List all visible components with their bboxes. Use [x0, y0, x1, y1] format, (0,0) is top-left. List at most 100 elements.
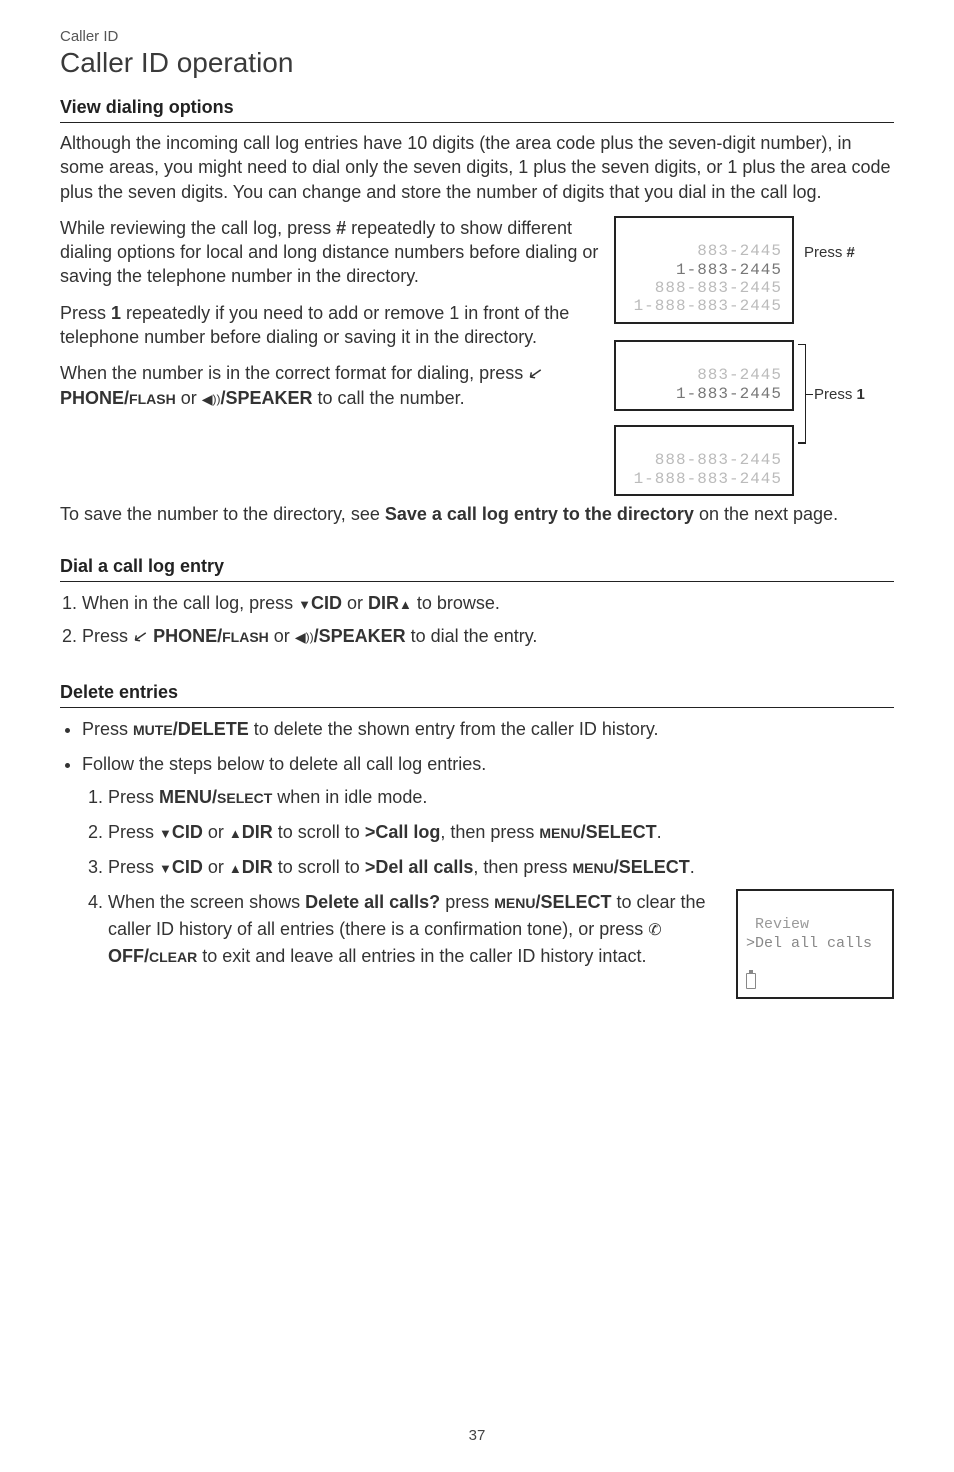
press-hash-label: Press #: [804, 244, 855, 261]
speaker-icon: [295, 626, 314, 646]
page-number: 37: [0, 1427, 954, 1444]
lcd-one-bot: 888-883-2445 1-888-883-2445: [614, 425, 794, 496]
page-title: Caller ID operation: [60, 47, 894, 79]
text: or: [342, 593, 368, 613]
lcd-menu-display: Review >Del all calls: [736, 889, 894, 999]
text: to dial the entry.: [406, 626, 538, 646]
bullet-2: Follow the steps below to delete all cal…: [82, 751, 894, 999]
text: To save the number to the directory, see: [60, 504, 385, 524]
text: When the screen shows: [108, 892, 305, 912]
text: 1: [857, 386, 865, 403]
key-menu: MENU: [539, 825, 580, 841]
text: Save a call log entry to the directory: [385, 504, 694, 524]
phone-icon: [528, 363, 543, 383]
text: to scroll to: [273, 822, 365, 842]
breadcrumb: Caller ID: [60, 28, 894, 45]
lcd-line: 883-2445: [697, 366, 782, 384]
text: Follow the steps below to delete all cal…: [82, 754, 486, 774]
key-hash: #: [336, 218, 346, 238]
text: While reviewing the call log, press: [60, 218, 336, 238]
key-dir: DIR: [242, 822, 273, 842]
divider: [60, 707, 894, 708]
lcd-line: 1-888-883-2445: [634, 297, 782, 315]
section-delete-title: Delete entries: [60, 682, 894, 703]
bracket: [798, 344, 806, 444]
text: Press: [804, 244, 847, 261]
speaker-icon: [202, 388, 221, 408]
key-delete: /DELETE: [173, 719, 249, 739]
text: , then press: [473, 857, 572, 877]
hangup-icon: [648, 919, 661, 939]
text: When the number is in the correct format…: [60, 363, 528, 383]
text: #: [847, 244, 855, 261]
text: Press: [82, 626, 133, 646]
key-mute: MUTE: [133, 722, 173, 738]
up-arrow-icon: [229, 857, 242, 877]
text: to exit and leave all entries in the cal…: [197, 946, 646, 966]
down-arrow-icon: [298, 593, 311, 613]
text: to browse.: [412, 593, 500, 613]
text: when in idle mode.: [272, 787, 427, 807]
delete-bullets: Press MUTE/DELETE to delete the shown en…: [60, 716, 894, 999]
text: or: [176, 388, 202, 408]
up-arrow-icon: [399, 593, 412, 613]
lcd-line: 883-2445: [697, 242, 782, 260]
battery-icon: [746, 973, 756, 989]
divider: [60, 122, 894, 123]
key-select: SELECT: [217, 790, 272, 806]
lcd-line: Review: [746, 916, 809, 933]
lcd-hash-display: 883-2445 1-883-2445 888-883-2445 1-888-8…: [614, 216, 794, 324]
key-speaker: /SPEAKER: [220, 388, 312, 408]
key-cid: CID: [172, 857, 203, 877]
phone-icon: [133, 626, 148, 646]
text: When in the call log, press: [82, 593, 298, 613]
lcd-line: >Del all calls: [746, 935, 872, 952]
text: on the next page.: [694, 504, 838, 524]
key-select: /SELECT: [581, 822, 657, 842]
key-phone: PHONE/: [148, 626, 222, 646]
lcd-line: 888-883-2445: [655, 451, 782, 469]
text: .: [657, 822, 662, 842]
text: Press: [82, 719, 133, 739]
key-clear: CLEAR: [149, 949, 197, 965]
press-one-label: Press 1: [814, 386, 865, 403]
key-select: /SELECT: [614, 857, 690, 877]
text-bold: >Del all calls: [365, 857, 474, 877]
para-dial: When the number is in the correct format…: [60, 361, 602, 410]
text: Press: [814, 386, 857, 403]
key-menu: MENU: [494, 895, 535, 911]
step-2: Press PHONE/FLASH or /SPEAKER to dial th…: [82, 623, 894, 650]
lcd-one-top: 883-2445 1-883-2445: [614, 340, 794, 411]
key-phone: PHONE/: [60, 388, 129, 408]
key-menu: MENU/: [159, 787, 217, 807]
lcd-line: 888-883-2445: [655, 279, 782, 297]
step-1: When in the call log, press CID or DIR t…: [82, 590, 894, 617]
key-dir: DIR: [368, 593, 399, 613]
key-dir: DIR: [242, 857, 273, 877]
lcd-line: 1-883-2445: [676, 385, 782, 403]
key-flash: FLASH: [129, 391, 176, 407]
del-step-3: Press CID or DIR to scroll to >Del all c…: [108, 854, 894, 881]
para-intro: Although the incoming call log entries h…: [60, 131, 894, 204]
para-save: To save the number to the directory, see…: [60, 502, 894, 526]
key-cid: CID: [311, 593, 342, 613]
section-view-dialing-title: View dialing options: [60, 97, 894, 118]
text-bold: >Call log: [365, 822, 441, 842]
section-dial-title: Dial a call log entry: [60, 556, 894, 577]
key-off: OFF/: [108, 946, 149, 966]
text: to delete the shown entry from the calle…: [249, 719, 659, 739]
delete-steps: Press MENU/SELECT when in idle mode. Pre…: [82, 784, 894, 999]
key-speaker: /SPEAKER: [314, 626, 406, 646]
key-flash: FLASH: [222, 629, 269, 645]
lcd-line: 1-883-2445: [676, 261, 782, 279]
para-one: Press 1 repeatedly if you need to add or…: [60, 301, 602, 350]
dial-steps: When in the call log, press CID or DIR t…: [60, 590, 894, 650]
text-bold: Delete all calls?: [305, 892, 440, 912]
down-arrow-icon: [159, 822, 172, 842]
key-one: 1: [111, 303, 121, 323]
del-step-4: When the screen shows Delete all calls? …: [108, 889, 894, 999]
key-menu: MENU: [572, 860, 613, 876]
bullet-1: Press MUTE/DELETE to delete the shown en…: [82, 716, 894, 743]
key-cid: CID: [172, 822, 203, 842]
divider: [60, 581, 894, 582]
